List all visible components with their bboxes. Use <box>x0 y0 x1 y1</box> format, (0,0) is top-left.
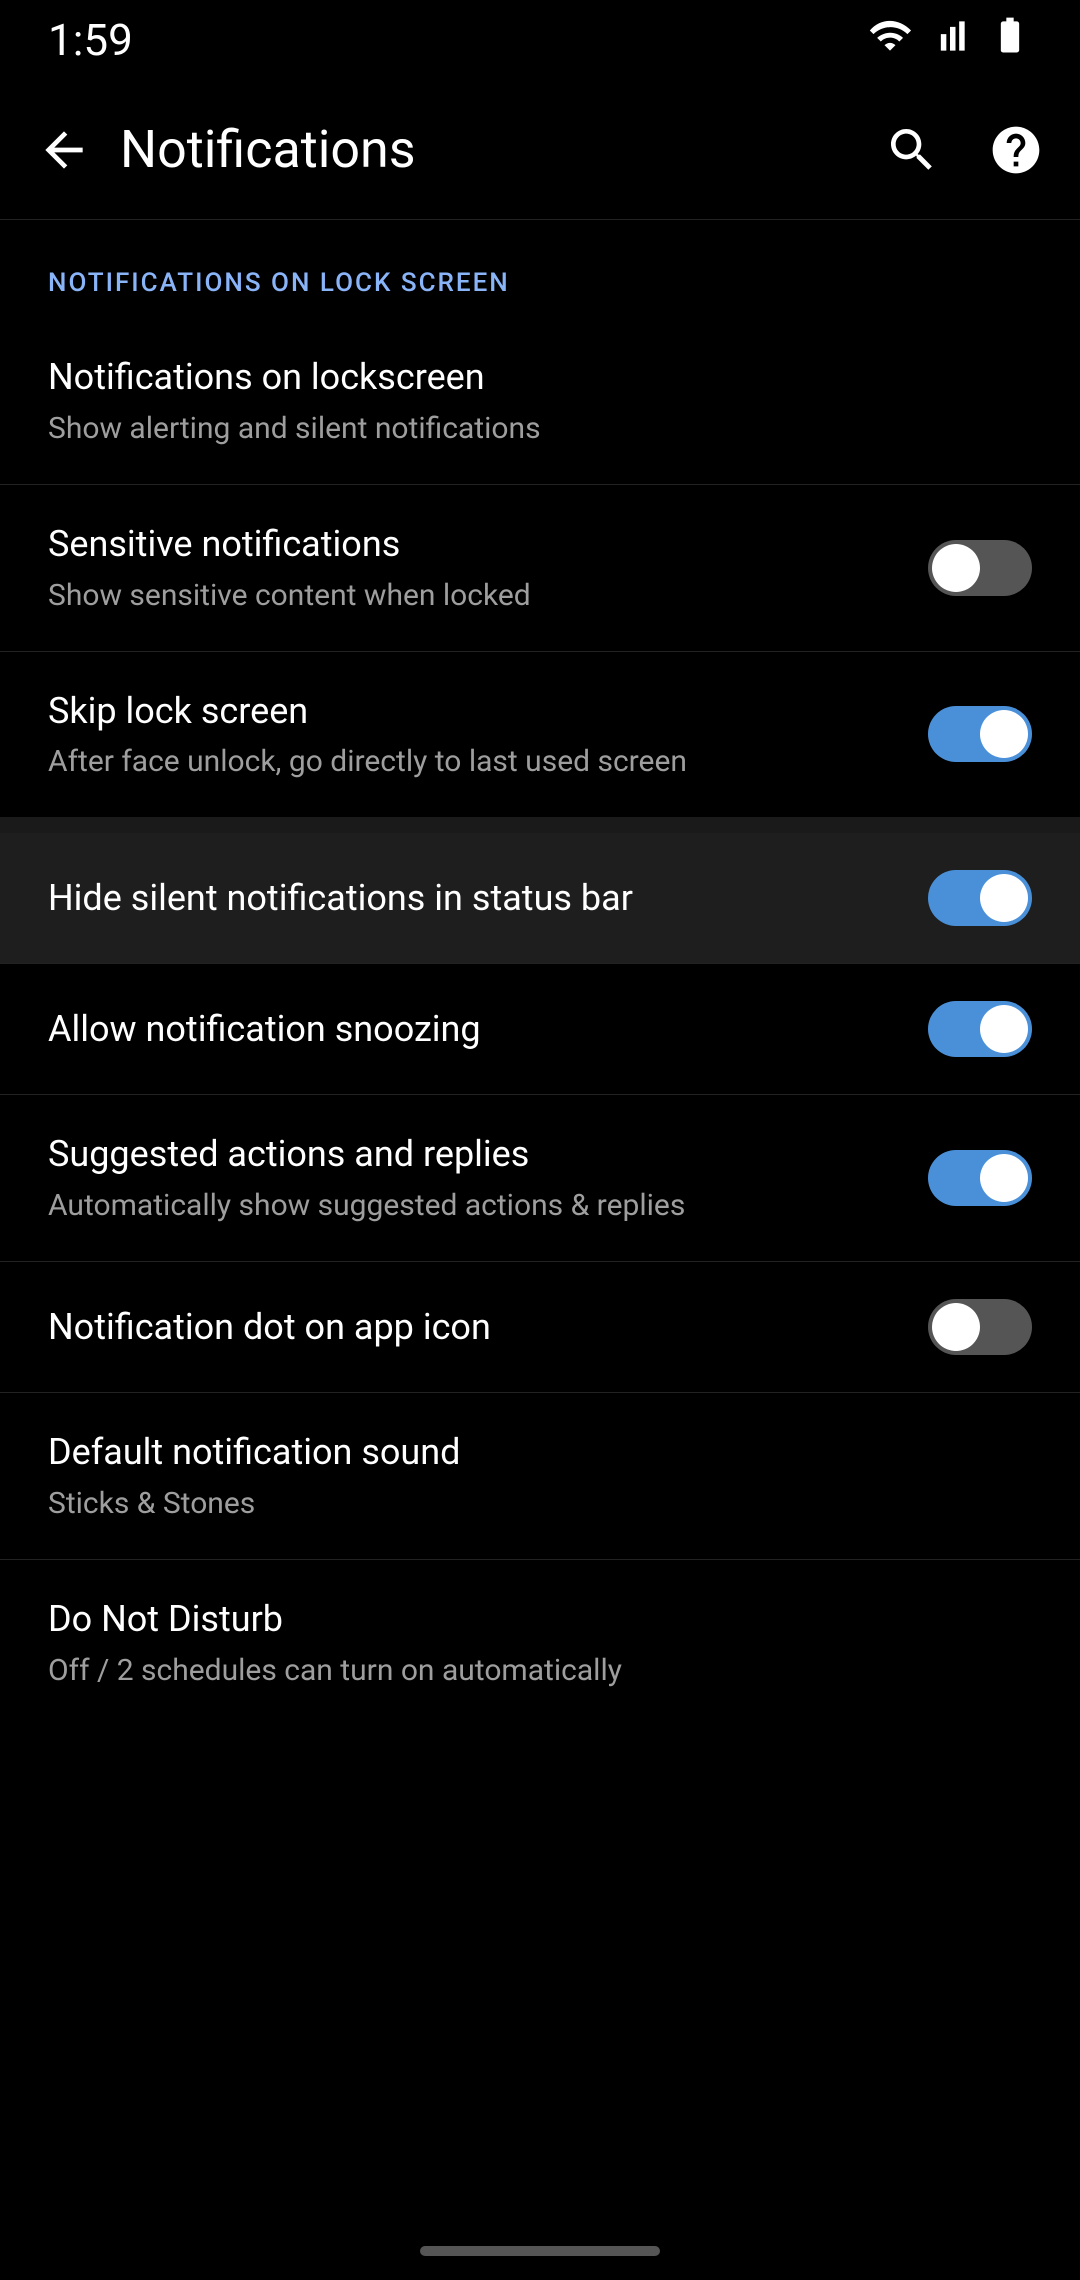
skip-lock-screen-toggle[interactable] <box>928 706 1032 762</box>
signal-icon <box>928 14 972 67</box>
notifications-on-lockscreen-item[interactable]: Notifications on lockscreen Show alertin… <box>0 318 1080 484</box>
notification-dot-toggle[interactable] <box>928 1299 1032 1355</box>
sensitive-notifications-subtitle: Show sensitive content when locked <box>48 576 896 615</box>
back-button[interactable] <box>24 110 104 190</box>
notification-dot-title: Notification dot on app icon <box>48 1304 896 1351</box>
skip-lock-screen-subtitle: After face unlock, go directly to last u… <box>48 742 896 781</box>
notifications-on-lockscreen-title: Notifications on lockscreen <box>48 354 1000 401</box>
status-bar: 1:59 <box>0 0 1080 80</box>
lock-screen-section-header: NOTIFICATIONS ON LOCK SCREEN <box>0 220 1080 318</box>
search-button[interactable] <box>872 110 952 190</box>
allow-notification-snoozing-content: Allow notification snoozing <box>48 1006 928 1053</box>
allow-notification-snoozing-toggle-thumb <box>980 1005 1028 1053</box>
status-icons <box>868 14 1032 67</box>
sensitive-notifications-item[interactable]: Sensitive notifications Show sensitive c… <box>0 485 1080 651</box>
sensitive-notifications-title: Sensitive notifications <box>48 521 896 568</box>
do-not-disturb-content: Do Not Disturb Off / 2 schedules can tur… <box>48 1596 1032 1690</box>
default-notification-sound-content: Default notification sound Sticks & Ston… <box>48 1429 1032 1523</box>
skip-lock-screen-toggle-thumb <box>980 710 1028 758</box>
notification-dot-toggle-thumb <box>932 1303 980 1351</box>
skip-lock-screen-title: Skip lock screen <box>48 688 896 735</box>
sensitive-notifications-toggle-thumb <box>932 544 980 592</box>
do-not-disturb-subtitle: Off / 2 schedules can turn on automatica… <box>48 1651 1000 1690</box>
app-bar-actions <box>872 110 1056 190</box>
hide-silent-notifications-toggle[interactable] <box>928 870 1032 926</box>
default-notification-sound-subtitle: Sticks & Stones <box>48 1484 1000 1523</box>
suggested-actions-toggle-thumb <box>980 1154 1028 1202</box>
allow-notification-snoozing-toggle[interactable] <box>928 1001 1032 1057</box>
app-bar: Notifications <box>0 80 1080 220</box>
hide-silent-notifications-toggle-thumb <box>980 874 1028 922</box>
status-time: 1:59 <box>48 14 133 66</box>
default-notification-sound-title: Default notification sound <box>48 1429 1000 1476</box>
sensitive-notifications-content: Sensitive notifications Show sensitive c… <box>48 521 928 615</box>
page-title: Notifications <box>104 119 872 180</box>
hide-silent-notifications-content: Hide silent notifications in status bar <box>48 875 928 922</box>
default-notification-sound-item[interactable]: Default notification sound Sticks & Ston… <box>0 1393 1080 1559</box>
suggested-actions-content: Suggested actions and replies Automatica… <box>48 1131 928 1225</box>
skip-lock-screen-content: Skip lock screen After face unlock, go d… <box>48 688 928 782</box>
sensitive-notifications-toggle[interactable] <box>928 540 1032 596</box>
suggested-actions-toggle[interactable] <box>928 1150 1032 1206</box>
home-indicator <box>420 2246 660 2256</box>
hide-silent-notifications-title: Hide silent notifications in status bar <box>48 875 896 922</box>
suggested-actions-title: Suggested actions and replies <box>48 1131 896 1178</box>
allow-notification-snoozing-item[interactable]: Allow notification snoozing <box>0 964 1080 1094</box>
battery-icon <box>988 14 1032 67</box>
suggested-actions-item[interactable]: Suggested actions and replies Automatica… <box>0 1095 1080 1261</box>
section-divider <box>0 817 1080 833</box>
do-not-disturb-item[interactable]: Do Not Disturb Off / 2 schedules can tur… <box>0 1560 1080 1726</box>
skip-lock-screen-item[interactable]: Skip lock screen After face unlock, go d… <box>0 652 1080 818</box>
notification-dot-content: Notification dot on app icon <box>48 1304 928 1351</box>
notification-dot-item[interactable]: Notification dot on app icon <box>0 1262 1080 1392</box>
do-not-disturb-title: Do Not Disturb <box>48 1596 1000 1643</box>
help-button[interactable] <box>976 110 1056 190</box>
notifications-on-lockscreen-content: Notifications on lockscreen Show alertin… <box>48 354 1032 448</box>
wifi-icon <box>868 14 912 67</box>
allow-notification-snoozing-title: Allow notification snoozing <box>48 1006 896 1053</box>
notifications-on-lockscreen-subtitle: Show alerting and silent notifications <box>48 409 1000 448</box>
hide-silent-notifications-item[interactable]: Hide silent notifications in status bar <box>0 833 1080 963</box>
suggested-actions-subtitle: Automatically show suggested actions & r… <box>48 1186 896 1225</box>
